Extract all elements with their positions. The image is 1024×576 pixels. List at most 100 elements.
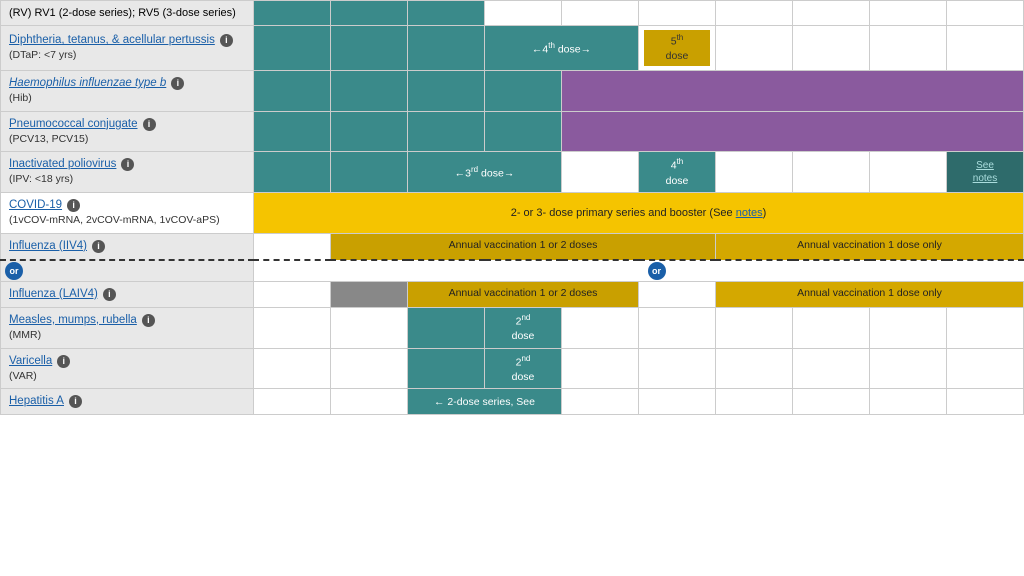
hib-link[interactable]: Haemophilus influenzae type b bbox=[9, 77, 166, 89]
cell-dtap-9 bbox=[870, 26, 947, 71]
iiv4-annual-text1: Annual vaccination 1 or 2 doses bbox=[336, 239, 710, 253]
cell-rv-1 bbox=[254, 1, 331, 26]
mmr-info-icon[interactable]: i bbox=[142, 314, 155, 327]
laiv4-link[interactable]: Influenza (LAIV4) bbox=[9, 288, 98, 300]
table-row-covid: COVID-19 i (1vCOV-mRNA, 2vCOV-mRNA, 1vCO… bbox=[1, 193, 1024, 234]
cell-var-2 bbox=[331, 348, 408, 389]
ipv-dose4-label: 4thdose bbox=[644, 156, 710, 188]
cell-hib-2 bbox=[331, 71, 408, 112]
cell-var-3 bbox=[408, 348, 485, 389]
vaccination-schedule-table: (RV) RV1 (2-dose series); RV5 (3-dose se… bbox=[0, 0, 1024, 576]
cell-hib-4 bbox=[485, 71, 562, 112]
pcv-link[interactable]: Pneumococcal conjugate bbox=[9, 118, 138, 130]
hib-info-icon[interactable]: i bbox=[171, 77, 184, 90]
covid-link[interactable]: COVID-19 bbox=[9, 199, 62, 211]
ipv-info-icon[interactable]: i bbox=[121, 158, 134, 171]
table-row-hepa: Hepatitis A i ← 2-dose series, See bbox=[1, 389, 1024, 415]
cell-ipv-8 bbox=[793, 152, 870, 193]
cell-mmr-3 bbox=[408, 307, 485, 348]
cell-hepa-7 bbox=[716, 389, 793, 415]
cell-var-4: 2nddose bbox=[485, 348, 562, 389]
laiv4-annual-text1: Annual vaccination 1 or 2 doses bbox=[413, 287, 633, 301]
vaccine-name-hepa: Hepatitis A i bbox=[1, 389, 254, 415]
varicella-sub: (VAR) bbox=[9, 370, 245, 384]
vaccine-name-varicella: Varicella i (VAR) bbox=[1, 348, 254, 389]
hib-sub: (Hib) bbox=[9, 92, 245, 106]
cell-dtap-1 bbox=[254, 26, 331, 71]
iiv4-annual-text2: Annual vaccination 1 dose only bbox=[721, 239, 1018, 253]
cell-dtap-3 bbox=[408, 26, 485, 71]
cell-hepa-1 bbox=[254, 389, 331, 415]
laiv4-annual-text2: Annual vaccination 1 dose only bbox=[721, 287, 1018, 301]
table-row: (RV) RV1 (2-dose series); RV5 (3-dose se… bbox=[1, 1, 1024, 26]
mmr-link[interactable]: Measles, mumps, rubella bbox=[9, 314, 137, 326]
varicella-info-icon[interactable]: i bbox=[57, 355, 70, 368]
cell-dtap-6: 5thdose bbox=[639, 26, 716, 71]
cell-rv-5 bbox=[562, 1, 639, 26]
cell-hepa-5 bbox=[562, 389, 639, 415]
cell-var-6 bbox=[639, 348, 716, 389]
table-row-pcv: Pneumococcal conjugate i (PCV13, PCV15) bbox=[1, 111, 1024, 152]
covid-notes-link[interactable]: notes bbox=[736, 207, 763, 219]
var-dose2-label: 2nddose bbox=[490, 353, 556, 385]
covid-sub: (1vCOV-mRNA, 2vCOV-mRNA, 1vCOV-aPS) bbox=[9, 214, 245, 228]
cell-hepa-9 bbox=[870, 389, 947, 415]
cell-hib-purple bbox=[562, 71, 1024, 112]
hepa-link[interactable]: Hepatitis A bbox=[9, 395, 64, 407]
vaccine-name-rv: (RV) RV1 (2-dose series); RV5 (3-dose se… bbox=[1, 1, 254, 26]
table-row-iiv4: Influenza (IIV4) i Annual vaccination 1 … bbox=[1, 233, 1024, 259]
hepa-info-icon[interactable]: i bbox=[69, 395, 82, 408]
cell-ipv-7 bbox=[716, 152, 793, 193]
cell-hepa-8 bbox=[793, 389, 870, 415]
dtap-link[interactable]: Diphtheria, tetanus, & acellular pertuss… bbox=[9, 34, 215, 46]
table-row-or: or or bbox=[1, 260, 1024, 282]
iiv4-link[interactable]: Influenza (IIV4) bbox=[9, 240, 87, 252]
cell-laiv4-annual2: Annual vaccination 1 dose only bbox=[716, 281, 1024, 307]
cell-iiv4-annual1: Annual vaccination 1 or 2 doses bbox=[331, 233, 716, 259]
or-spacer3 bbox=[947, 260, 1024, 282]
cell-hepa-2 bbox=[331, 389, 408, 415]
vaccine-name-ipv: Inactivated poliovirus i (IPV: <18 yrs) bbox=[1, 152, 254, 193]
cell-mmr-4: 2nddose bbox=[485, 307, 562, 348]
cell-var-1 bbox=[254, 348, 331, 389]
cell-dtap-4: ←4th dose→ bbox=[485, 26, 639, 71]
cell-hib-1 bbox=[254, 71, 331, 112]
laiv4-info-icon[interactable]: i bbox=[103, 288, 116, 301]
ipv-link[interactable]: Inactivated poliovirus bbox=[9, 158, 116, 170]
cell-laiv4-annual1: Annual vaccination 1 or 2 doses bbox=[408, 281, 639, 307]
vaccine-name-mmr: Measles, mumps, rubella i (MMR) bbox=[1, 307, 254, 348]
or-label-left: or bbox=[1, 260, 254, 282]
iiv4-info-icon[interactable]: i bbox=[92, 240, 105, 253]
or-badge-right: or bbox=[648, 262, 666, 280]
cell-pcv-1 bbox=[254, 111, 331, 152]
cell-var-7 bbox=[716, 348, 793, 389]
cell-mmr-10 bbox=[947, 307, 1024, 348]
cell-mmr-6 bbox=[639, 307, 716, 348]
table-row-ipv: Inactivated poliovirus i (IPV: <18 yrs) … bbox=[1, 152, 1024, 193]
table-row-dtap: Diphtheria, tetanus, & acellular pertuss… bbox=[1, 26, 1024, 71]
cell-pcv-4 bbox=[485, 111, 562, 152]
covid-info-icon[interactable]: i bbox=[67, 199, 80, 212]
dtap-info-icon[interactable]: i bbox=[220, 34, 233, 47]
vaccine-name-covid: COVID-19 i (1vCOV-mRNA, 2vCOV-mRNA, 1vCO… bbox=[1, 193, 254, 234]
cell-ipv-6: 4thdose bbox=[639, 152, 716, 193]
cell-var-9 bbox=[870, 348, 947, 389]
vaccine-name-hib: Haemophilus influenzae type b i (Hib) bbox=[1, 71, 254, 112]
cell-laiv4-6 bbox=[639, 281, 716, 307]
ipv-see-notes[interactable]: Seenotes bbox=[952, 159, 1018, 185]
mmr-sub: (MMR) bbox=[9, 329, 245, 343]
cell-dtap-7 bbox=[716, 26, 793, 71]
vaccine-name-dtap: Diphtheria, tetanus, & acellular pertuss… bbox=[1, 26, 254, 71]
pcv-info-icon[interactable]: i bbox=[143, 118, 156, 131]
cell-ipv-2 bbox=[331, 152, 408, 193]
cell-mmr-1 bbox=[254, 307, 331, 348]
vaccine-name-laiv4: Influenza (LAIV4) i bbox=[1, 281, 254, 307]
mmr-dose2-label: 2nddose bbox=[490, 312, 556, 344]
cell-ipv-3: ←3rd dose→ bbox=[408, 152, 562, 193]
cell-mmr-9 bbox=[870, 307, 947, 348]
cell-rv-3 bbox=[408, 1, 485, 26]
varicella-link[interactable]: Varicella bbox=[9, 355, 52, 367]
cell-hepa-6 bbox=[639, 389, 716, 415]
table-row-mmr: Measles, mumps, rubella i (MMR) 2nddose bbox=[1, 307, 1024, 348]
covid-series-text: 2- or 3- dose primary series and booster… bbox=[511, 207, 736, 219]
